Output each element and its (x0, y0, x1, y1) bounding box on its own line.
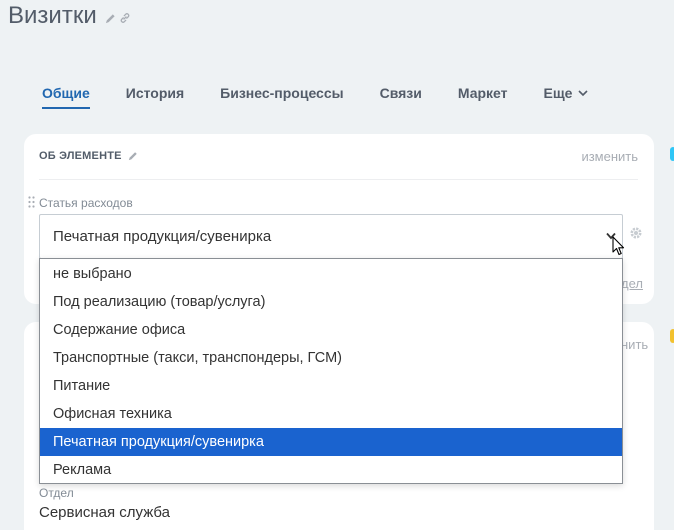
page-title-text: Визитки (8, 2, 97, 29)
drag-handle-icon[interactable] (28, 195, 35, 213)
side-indicator (670, 329, 674, 343)
department-label: Отдел (39, 486, 74, 500)
dropdown-option[interactable]: Питание (40, 372, 622, 400)
dropdown-option[interactable]: не выбрано (40, 260, 622, 288)
field-label: Статья расходов (39, 196, 133, 210)
link-icon[interactable] (119, 12, 131, 24)
select-value: Печатная продукция/сувенирка (53, 228, 272, 245)
pencil-icon[interactable] (105, 13, 116, 24)
department-value: Сервисная служба (39, 504, 170, 521)
tab-more-label: Еще (543, 85, 573, 101)
card-header-text: ОБ ЭЛЕМЕНТЕ (39, 150, 122, 162)
dropdown-option-selected[interactable]: Печатная продукция/сувенирка (40, 428, 622, 456)
tab-links[interactable]: Связи (380, 70, 422, 116)
behind-link[interactable]: дел (621, 276, 643, 291)
expense-select[interactable]: Печатная продукция/сувенирка (39, 214, 623, 259)
tab-history[interactable]: История (126, 70, 184, 116)
pencil-icon[interactable] (128, 151, 138, 161)
dropdown-option[interactable]: Офисная техника (40, 400, 622, 428)
tab-business-processes[interactable]: Бизнес-процессы (220, 70, 343, 116)
divider (39, 179, 638, 180)
gear-icon[interactable] (629, 226, 643, 245)
card-header: ОБ ЭЛЕМЕНТЕ (39, 150, 138, 162)
side-indicator (670, 147, 674, 161)
tabs-bar: Общие История Бизнес-процессы Связи Марк… (24, 70, 644, 116)
dropdown-option[interactable]: Транспортные (такси, транспондеры, ГСМ) (40, 344, 622, 372)
tab-more[interactable]: Еще (544, 70, 589, 116)
dropdown-option[interactable]: Реклама (40, 456, 622, 484)
tab-market[interactable]: Маркет (458, 70, 508, 116)
mouse-cursor-icon (612, 236, 625, 261)
page-title: Визитки (8, 2, 131, 30)
tab-general[interactable]: Общие (42, 70, 90, 116)
dropdown-option[interactable]: Под реализацию (товар/услуга) (40, 288, 622, 316)
behind-edit-link[interactable]: нить (621, 337, 648, 352)
chevron-down-icon (578, 89, 589, 96)
dropdown-option[interactable]: Содержание офиса (40, 316, 622, 344)
edit-link[interactable]: изменить (581, 149, 638, 164)
expense-dropdown-list[interactable]: не выбрано Под реализацию (товар/услуга)… (39, 258, 623, 484)
